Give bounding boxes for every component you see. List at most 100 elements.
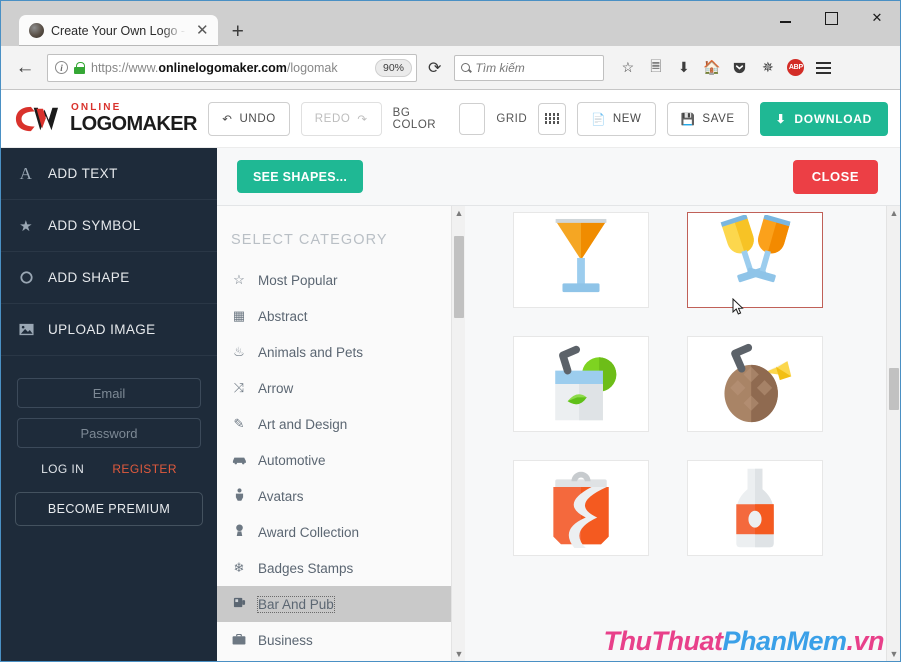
symbol-cell-toasting-glasses[interactable]	[687, 212, 823, 308]
category-header: SELECT CATEGORY	[231, 232, 388, 248]
modal-body: SELECT CATEGORY ☆ Most Popular ▦ Abstrac…	[217, 205, 900, 661]
email-field[interactable]: Email	[17, 378, 201, 408]
sidebar-item-upload-image[interactable]: UPLOAD IMAGE	[1, 304, 217, 356]
maximize-icon[interactable]	[808, 1, 854, 35]
symbol-cell-soda-can[interactable]	[513, 460, 649, 556]
category-item-art-and-design[interactable]: ✎ Art and Design	[217, 406, 451, 442]
pocket-icon[interactable]	[727, 55, 752, 80]
category-label: Avatars	[258, 488, 304, 504]
symbol-grid	[465, 206, 886, 661]
symbol-cell-mojito-glass[interactable]	[513, 336, 649, 432]
see-shapes-button[interactable]: SEE SHAPES...	[237, 160, 364, 193]
new-button[interactable]: 📄 NEW	[576, 101, 656, 136]
brand-logomaker-text: LOGOMAKER	[70, 113, 197, 135]
sidebar-label-add-shape: ADD SHAPE	[48, 270, 130, 285]
symbol-grid-scrollbar[interactable]: ▲ ▼	[886, 206, 900, 661]
scroll-down-icon[interactable]: ▼	[452, 647, 466, 661]
tab-favicon	[29, 23, 44, 38]
menu-icon[interactable]	[811, 55, 836, 80]
symbol-scrollbar-thumb[interactable]	[889, 368, 899, 410]
category-item-most-popular[interactable]: ☆ Most Popular	[217, 262, 451, 298]
tab-close-icon[interactable]: ✕	[193, 21, 212, 40]
modal-toolbar: SEE SHAPES... CLOSE	[217, 148, 900, 205]
adblock-plus-icon[interactable]: ABP	[783, 55, 808, 80]
new-label: NEW	[612, 112, 642, 125]
minimize-icon[interactable]	[762, 1, 808, 35]
toolbar-icons: ☆ 🗏 ⬇ 🏠 ✵ ABP	[615, 55, 836, 80]
become-premium-button[interactable]: BECOME PREMIUM	[15, 492, 203, 526]
category-label: Art and Design	[258, 416, 348, 432]
download-button[interactable]: ⬇ DOWNLOAD	[759, 101, 889, 136]
paw-icon: ♨	[233, 344, 245, 359]
new-tab-button[interactable]: +	[232, 21, 244, 42]
auth-actions: LOG IN REGISTER	[17, 458, 201, 476]
redo-icon: ↷	[357, 113, 368, 126]
brand-wordmark: ONLINE LOGOMAKER	[70, 102, 197, 135]
category-item-automotive[interactable]: Automotive	[217, 442, 451, 478]
grid-toggle-button[interactable]	[538, 102, 566, 135]
category-scrollbar-thumb[interactable]	[454, 236, 464, 318]
brand-online-text: ONLINE	[71, 102, 122, 113]
downloads-icon[interactable]: ⬇	[671, 55, 696, 80]
scroll-down-icon[interactable]: ▼	[887, 647, 900, 661]
zoom-level-badge[interactable]: 90%	[374, 58, 412, 77]
address-bar[interactable]: i https://www.onlinelogomaker.com/logoma…	[47, 53, 417, 82]
star-icon: ★	[19, 217, 33, 235]
search-placeholder: Tìm kiếm	[475, 60, 525, 75]
grid-icon	[544, 113, 560, 124]
category-item-award-collection[interactable]: Award Collection	[217, 514, 451, 550]
category-label: Animals and Pets	[258, 344, 364, 360]
sidebar-item-add-shape[interactable]: ADD SHAPE	[1, 252, 217, 304]
close-modal-button[interactable]: CLOSE	[792, 159, 878, 194]
bar-pub-icon	[231, 596, 247, 612]
category-item-badges-stamps[interactable]: ❄ Badges Stamps	[217, 550, 451, 586]
floppy-icon: 💾	[680, 113, 696, 126]
browser-tab[interactable]: Create Your Own Logo - Onl ✕	[19, 15, 218, 46]
url-prefix: https://www.	[91, 60, 159, 75]
library-icon[interactable]: 🗏	[643, 55, 668, 80]
symbol-cell-coconut-drink[interactable]	[687, 336, 823, 432]
watermark-part2: PhanMem	[722, 626, 847, 656]
left-sidebar: A ADD TEXT ★ ADD SYMBOL ADD SHAPE UPLOAD…	[1, 148, 217, 661]
category-item-arrow[interactable]: ⤨ Arrow	[217, 370, 451, 406]
category-item-animals-and-pets[interactable]: ♨ Animals and Pets	[217, 334, 451, 370]
symbol-cell-cocktail-glass[interactable]	[513, 212, 649, 308]
undo-button[interactable]: ↶ UNDO	[208, 101, 290, 136]
site-info-icon[interactable]: i	[55, 61, 68, 74]
sidebar-item-add-symbol[interactable]: ★ ADD SYMBOL	[1, 200, 217, 252]
symbol-row	[465, 460, 886, 584]
image-icon	[17, 323, 35, 336]
redo-label: REDO	[314, 112, 351, 125]
sidebar-label-upload-image: UPLOAD IMAGE	[48, 322, 156, 337]
bg-color-swatch[interactable]	[459, 102, 486, 135]
category-scrollbar[interactable]: ▲ ▼	[451, 206, 465, 661]
password-field[interactable]: Password	[17, 418, 201, 448]
sidebar-label-add-text: ADD TEXT	[48, 166, 118, 181]
category-label: Award Collection	[258, 524, 360, 540]
soda-can-symbol	[553, 471, 609, 549]
reload-icon[interactable]: ⟳	[424, 58, 445, 78]
category-item-avatars[interactable]: Avatars	[217, 478, 451, 514]
login-button[interactable]: LOG IN	[41, 462, 84, 476]
register-button[interactable]: REGISTER	[112, 462, 177, 476]
title-bar: Create Your Own Logo - Onl ✕ + ✕	[1, 1, 900, 46]
bg-color-label: BG COLOR	[392, 106, 437, 131]
undo-icon: ↶	[222, 113, 233, 126]
sidebar-item-add-text[interactable]: A ADD TEXT	[1, 148, 217, 200]
navigation-bar: ← i https://www.onlinelogomaker.com/logo…	[1, 46, 900, 90]
category-item-business[interactable]: Business	[217, 622, 451, 658]
save-button[interactable]: 💾 SAVE	[666, 101, 749, 136]
browser-search-box[interactable]: Tìm kiếm	[454, 54, 605, 81]
screenshot-icon[interactable]: ✵	[755, 55, 780, 80]
redo-button[interactable]: REDO ↷	[300, 101, 382, 136]
close-window-icon[interactable]: ✕	[854, 1, 900, 35]
back-icon[interactable]: ←	[10, 53, 40, 83]
brand-logo[interactable]: ONLINE LOGOMAKER	[15, 103, 197, 134]
category-item-bar-and-pub[interactable]: Bar And Pub	[217, 586, 451, 622]
scroll-up-icon[interactable]: ▲	[887, 206, 900, 220]
scroll-up-icon[interactable]: ▲	[452, 206, 466, 220]
bookmark-star-icon[interactable]: ☆	[615, 55, 640, 80]
home-icon[interactable]: 🏠	[699, 55, 724, 80]
symbol-cell-bottle[interactable]	[687, 460, 823, 556]
category-item-abstract[interactable]: ▦ Abstract	[217, 298, 451, 334]
